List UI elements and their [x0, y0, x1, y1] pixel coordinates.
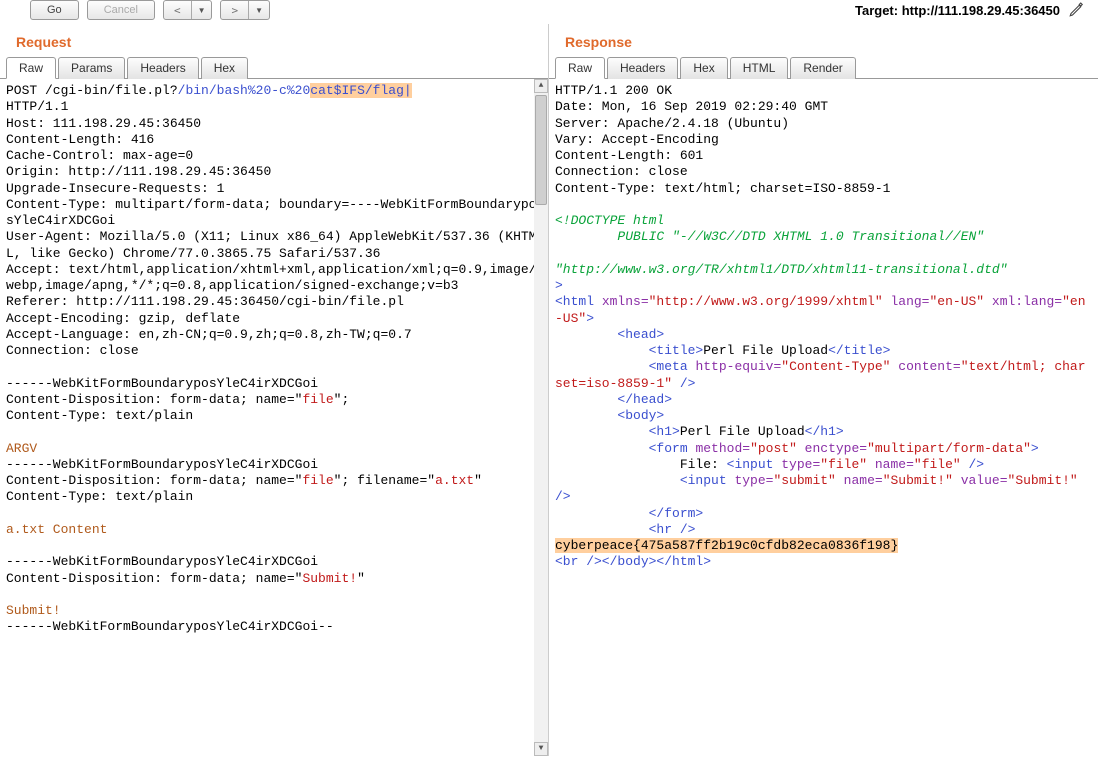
tab-raw[interactable]: Raw: [555, 57, 605, 79]
go-button[interactable]: Go: [30, 0, 79, 20]
cancel-button[interactable]: Cancel: [87, 0, 155, 20]
forward-button[interactable]: >▼: [220, 0, 270, 20]
flag-text: cyberpeace{475a587ff2b19c0cfdb82eca0836f…: [555, 538, 898, 553]
response-raw-viewer[interactable]: HTTP/1.1 200 OK Date: Mon, 16 Sep 2019 0…: [549, 79, 1098, 756]
tab-hex[interactable]: Hex: [680, 57, 727, 79]
request-raw-editor[interactable]: POST /cgi-bin/file.pl?/bin/bash%20-c%20c…: [0, 79, 548, 756]
scroll-down-icon[interactable]: ▼: [534, 742, 548, 756]
tab-html[interactable]: HTML: [730, 57, 789, 79]
target-display: Target: http://111.198.29.45:36450: [855, 0, 1090, 21]
scroll-up-icon[interactable]: ▲: [534, 79, 548, 93]
request-title: Request: [0, 24, 548, 56]
response-title: Response: [549, 24, 1098, 56]
tab-headers[interactable]: Headers: [127, 57, 198, 79]
tab-render[interactable]: Render: [790, 57, 855, 79]
toolbar: Go Cancel <▼ >▼ Target: http://111.198.2…: [0, 0, 1098, 24]
dropdown-icon: ▼: [192, 6, 212, 15]
response-panel: Response Raw Headers Hex HTML Render HTT…: [549, 24, 1098, 756]
scrollbar-thumb[interactable]: [535, 95, 547, 205]
back-button[interactable]: <▼: [163, 0, 213, 20]
tab-hex[interactable]: Hex: [201, 57, 248, 79]
dropdown-icon: ▼: [249, 6, 269, 15]
response-tabs: Raw Headers Hex HTML Render: [549, 56, 1098, 79]
tab-params[interactable]: Params: [58, 57, 125, 79]
request-scrollbar[interactable]: ▲ ▼: [534, 79, 548, 756]
request-tabs: Raw Params Headers Hex: [0, 56, 548, 79]
tab-raw[interactable]: Raw: [6, 57, 56, 79]
request-panel: Request Raw Params Headers Hex POST /cgi…: [0, 24, 549, 756]
tab-headers[interactable]: Headers: [607, 57, 678, 79]
edit-target-icon[interactable]: [1068, 0, 1086, 21]
